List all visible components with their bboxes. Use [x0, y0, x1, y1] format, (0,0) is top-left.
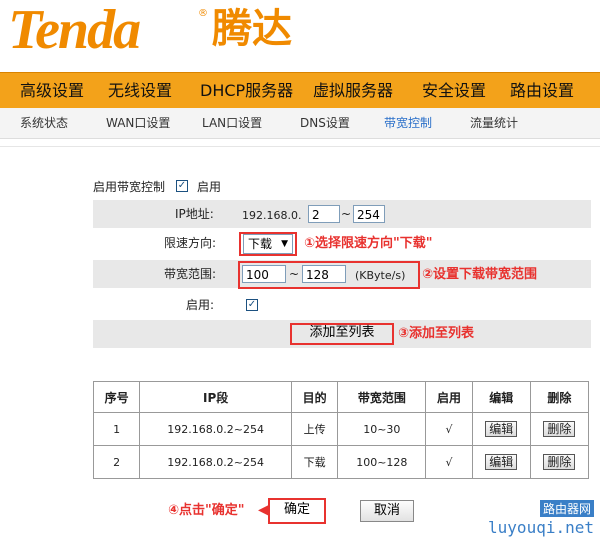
ok-button[interactable]: 确定 — [271, 501, 323, 521]
range-min-input[interactable]: 100 — [242, 265, 286, 283]
nav-dhcp[interactable]: DHCP服务器 — [200, 73, 293, 109]
nav-routing[interactable]: 路由设置 — [510, 73, 574, 109]
range-label: 带宽范围: — [164, 267, 217, 281]
enable-row-label: 启用: — [186, 298, 215, 312]
annotation-step3: ③添加至列表 — [398, 326, 475, 341]
ip-start-input[interactable]: 2 — [308, 205, 340, 223]
row-enabled: √ — [425, 445, 473, 479]
row-range: 10~30 — [337, 412, 427, 446]
ip-end-input[interactable]: 254 — [353, 205, 385, 223]
enable-bw-label: 启用带宽控制 — [93, 180, 166, 194]
registered-mark: ® — [198, 8, 208, 19]
ip-prefix: 192.168.0. — [242, 209, 302, 222]
range-sep: ~ — [289, 267, 300, 281]
ip-label: IP地址: — [175, 207, 214, 221]
watermark-cn: 路由器网 — [539, 500, 594, 517]
tab-wan[interactable]: WAN口设置 — [106, 108, 170, 138]
nav-virtual-server[interactable]: 虚拟服务器 — [313, 73, 393, 109]
annotation-step4: ④点击"确定" — [168, 503, 245, 518]
range-max-input[interactable]: 128 — [302, 265, 346, 283]
main-nav: 高级设置 无线设置 DHCP服务器 虚拟服务器 安全设置 路由设置 — [0, 72, 600, 109]
col-edit: 编辑 — [471, 381, 531, 413]
row-no: 2 — [92, 445, 141, 479]
watermark-url: luyouqi.net — [488, 518, 594, 537]
row-ip: 192.168.0.2~254 — [139, 445, 292, 479]
row-delete-cell: 删除 — [529, 412, 590, 446]
rules-table: 序号 IP段 目的 带宽范围 启用 编辑 删除 1 192.168.0.2~25… — [92, 381, 590, 479]
range-unit: (KByte/s) — [355, 269, 406, 282]
row-edit-cell: 编辑 — [471, 445, 531, 479]
row-edit-cell: 编辑 — [471, 412, 531, 446]
tenda-logo-cn: 腾达 — [212, 6, 292, 52]
nav-advanced[interactable]: 高级设置 — [20, 73, 84, 109]
delete-button[interactable]: 删除 — [543, 421, 576, 437]
enable-label: 启用 — [197, 180, 222, 194]
direction-label: 限速方向: — [164, 236, 217, 250]
add-to-list-button[interactable]: 添加至列表 — [293, 324, 391, 344]
table-row: 2 192.168.0.2~254 下载 100~128 √ 编辑 删除 — [92, 445, 590, 479]
col-delete: 删除 — [529, 381, 590, 413]
chevron-down-icon: ▼ — [281, 239, 288, 249]
annotation-step1: ①选择限速方向"下载" — [304, 236, 433, 251]
row-ip: 192.168.0.2~254 — [139, 412, 292, 446]
direction-select[interactable]: 下载 ▼ — [243, 234, 293, 254]
enable-bw-checkbox[interactable]: ✓ — [176, 180, 188, 192]
tab-system-status[interactable]: 系统状态 — [20, 108, 68, 138]
table-header-row: 序号 IP段 目的 带宽范围 启用 编辑 删除 — [92, 381, 590, 413]
nav-wireless[interactable]: 无线设置 — [108, 73, 172, 109]
row-enabled: √ — [425, 412, 473, 446]
tab-traffic[interactable]: 流量统计 — [470, 108, 518, 138]
col-dir: 目的 — [290, 381, 339, 413]
row-no: 1 — [92, 412, 141, 446]
tenda-logo: Tenda — [8, 0, 141, 61]
row-dir: 上传 — [290, 412, 339, 446]
col-range: 带宽范围 — [337, 381, 427, 413]
edit-button[interactable]: 编辑 — [485, 421, 518, 437]
sub-nav: 系统状态 WAN口设置 LAN口设置 DNS设置 带宽控制 流量统计 — [0, 108, 600, 139]
cancel-button[interactable]: 取消 — [360, 500, 414, 522]
nav-security[interactable]: 安全设置 — [422, 73, 486, 109]
col-ip: IP段 — [139, 381, 292, 413]
row-range: 100~128 — [337, 445, 427, 479]
delete-button[interactable]: 删除 — [543, 454, 576, 470]
row-delete-cell: 删除 — [529, 445, 590, 479]
tab-lan[interactable]: LAN口设置 — [202, 108, 262, 138]
edit-button[interactable]: 编辑 — [485, 454, 518, 470]
col-no: 序号 — [92, 381, 141, 413]
direction-value: 下载 — [248, 237, 273, 251]
row-dir: 下载 — [290, 445, 339, 479]
enable-row-checkbox[interactable]: ✓ — [246, 299, 258, 311]
table-row: 1 192.168.0.2~254 上传 10~30 √ 编辑 删除 — [92, 412, 590, 446]
annotation-step2: ②设置下载带宽范围 — [422, 267, 538, 282]
tab-dns[interactable]: DNS设置 — [300, 108, 350, 138]
ip-sep: ~ — [341, 207, 352, 221]
logo-bar: Tenda ® 腾达 — [0, 0, 600, 72]
col-enabled: 启用 — [425, 381, 473, 413]
tab-bandwidth[interactable]: 带宽控制 — [384, 108, 432, 138]
